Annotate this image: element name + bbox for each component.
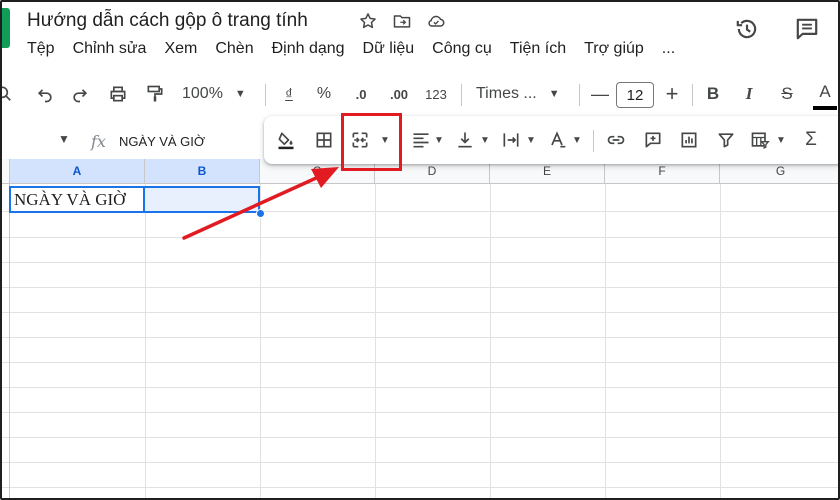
zoom-select[interactable]: 100% ▼ bbox=[182, 72, 246, 116]
valign-chevron-icon[interactable]: ▼ bbox=[478, 116, 492, 164]
strikethrough-button[interactable]: S bbox=[776, 72, 798, 116]
chevron-down-icon: ▼ bbox=[548, 88, 560, 100]
more-formats-button[interactable]: 123 bbox=[422, 72, 450, 116]
row-header-edge bbox=[9, 184, 10, 498]
star-icon[interactable] bbox=[358, 11, 378, 36]
font-value: Times ... bbox=[476, 85, 537, 102]
title-actions bbox=[358, 11, 446, 36]
menu-tools[interactable]: Công cụ bbox=[432, 40, 492, 58]
row-line bbox=[2, 437, 838, 438]
insert-link-icon[interactable] bbox=[604, 116, 628, 164]
menu-edit[interactable]: Chỉnh sửa bbox=[73, 40, 147, 58]
cell-b1[interactable] bbox=[145, 186, 260, 213]
functions-icon[interactable]: Σ bbox=[799, 116, 823, 164]
italic-button[interactable]: I bbox=[739, 72, 759, 116]
column-line bbox=[605, 184, 606, 498]
document-title[interactable]: Hướng dẫn cách gộp ô trang tính bbox=[27, 10, 308, 32]
toolbar-divider bbox=[265, 84, 266, 106]
vertical-align-icon[interactable] bbox=[454, 116, 476, 164]
align-chevron-icon[interactable]: ▼ bbox=[432, 116, 446, 164]
redo-icon[interactable] bbox=[69, 72, 91, 116]
comments-icon[interactable] bbox=[794, 16, 820, 47]
decrease-font-size-button[interactable]: — bbox=[590, 72, 610, 116]
font-size-input[interactable]: 12 bbox=[616, 82, 654, 108]
text-wrap-icon[interactable] bbox=[500, 116, 522, 164]
filter-views-icon[interactable] bbox=[748, 116, 772, 164]
column-line bbox=[720, 184, 721, 498]
row-line bbox=[2, 462, 838, 463]
text-color-button[interactable]: A bbox=[813, 78, 837, 110]
cell-a1[interactable]: NGÀY VÀ GIỜ bbox=[9, 186, 145, 213]
paint-format-icon[interactable] bbox=[143, 72, 167, 116]
increase-decimal-button[interactable]: .00 bbox=[385, 72, 413, 116]
insert-comment-icon[interactable] bbox=[641, 116, 665, 164]
menu-format[interactable]: Định dạng bbox=[272, 40, 345, 58]
move-to-folder-icon[interactable] bbox=[392, 11, 412, 36]
filter-views-chevron-icon[interactable]: ▼ bbox=[774, 116, 788, 164]
toolbar-divider bbox=[579, 84, 580, 106]
toolbar-divider bbox=[593, 130, 594, 152]
merge-cells-highlight bbox=[341, 113, 402, 171]
cloud-saved-icon[interactable] bbox=[426, 11, 446, 36]
main-toolbar: 100% ▼ ₫ % .0 .00 123 Times ... ▼ — + B … bbox=[2, 72, 838, 116]
percent-format-button[interactable]: % bbox=[314, 72, 334, 116]
print-icon[interactable] bbox=[106, 72, 130, 116]
text-rotation-icon[interactable] bbox=[546, 116, 568, 164]
row-line bbox=[2, 287, 838, 288]
corner-header[interactable] bbox=[2, 159, 10, 184]
column-line bbox=[145, 184, 146, 498]
row-line bbox=[2, 337, 838, 338]
row-line bbox=[2, 262, 838, 263]
bold-button[interactable]: B bbox=[703, 72, 723, 116]
column-line bbox=[490, 184, 491, 498]
fx-label: fx bbox=[91, 132, 106, 151]
fill-handle[interactable] bbox=[256, 209, 265, 218]
borders-icon[interactable] bbox=[312, 116, 336, 164]
decrease-decimal-button[interactable]: .0 bbox=[348, 72, 374, 116]
column-header-b[interactable]: B bbox=[145, 159, 260, 184]
row-line bbox=[2, 487, 838, 488]
version-history-icon[interactable] bbox=[734, 16, 760, 47]
menu-view[interactable]: Xem bbox=[164, 40, 197, 58]
fill-color-icon[interactable] bbox=[274, 116, 298, 164]
toolbar-divider bbox=[461, 84, 462, 106]
menu-data[interactable]: Dữ liệu bbox=[363, 40, 415, 58]
chevron-down-icon: ▼ bbox=[234, 88, 246, 100]
currency-format-button[interactable]: ₫ bbox=[280, 72, 298, 116]
row-line bbox=[2, 387, 838, 388]
row-line bbox=[2, 312, 838, 313]
search-menus-icon[interactable] bbox=[2, 72, 14, 116]
menu-help[interactable]: Trợ giúp bbox=[584, 40, 644, 58]
rotation-chevron-icon[interactable]: ▼ bbox=[570, 116, 584, 164]
zoom-value: 100% bbox=[182, 85, 223, 102]
increase-font-size-button[interactable]: + bbox=[662, 72, 682, 116]
menu-insert[interactable]: Chèn bbox=[215, 40, 253, 58]
horizontal-align-icon[interactable] bbox=[410, 116, 432, 164]
menu-bar: Tệp Chỉnh sửa Xem Chèn Định dạng Dữ liệu… bbox=[27, 40, 675, 58]
app-window: Hướng dẫn cách gộp ô trang tính Tệp Chỉn… bbox=[0, 0, 840, 500]
column-line bbox=[260, 184, 261, 498]
column-header-a[interactable]: A bbox=[10, 159, 145, 184]
name-box-chevron-icon[interactable]: ▼ bbox=[58, 132, 70, 146]
menu-file[interactable]: Tệp bbox=[27, 40, 55, 58]
undo-icon[interactable] bbox=[34, 72, 56, 116]
row-line bbox=[2, 362, 838, 363]
header-right-actions bbox=[734, 16, 820, 47]
column-line bbox=[375, 184, 376, 498]
sheets-logo[interactable] bbox=[2, 8, 10, 48]
menu-more[interactable]: ... bbox=[662, 40, 675, 58]
insert-chart-icon[interactable] bbox=[677, 116, 701, 164]
toolbar-divider bbox=[692, 84, 693, 106]
formula-bar-content[interactable]: NGÀY VÀ GIỜ bbox=[119, 134, 205, 149]
row-line bbox=[2, 237, 838, 238]
row-line bbox=[2, 412, 838, 413]
menu-extensions[interactable]: Tiện ích bbox=[510, 40, 566, 58]
font-select[interactable]: Times ... ▼ bbox=[476, 72, 568, 116]
wrap-chevron-icon[interactable]: ▼ bbox=[524, 116, 538, 164]
filter-icon[interactable] bbox=[714, 116, 738, 164]
